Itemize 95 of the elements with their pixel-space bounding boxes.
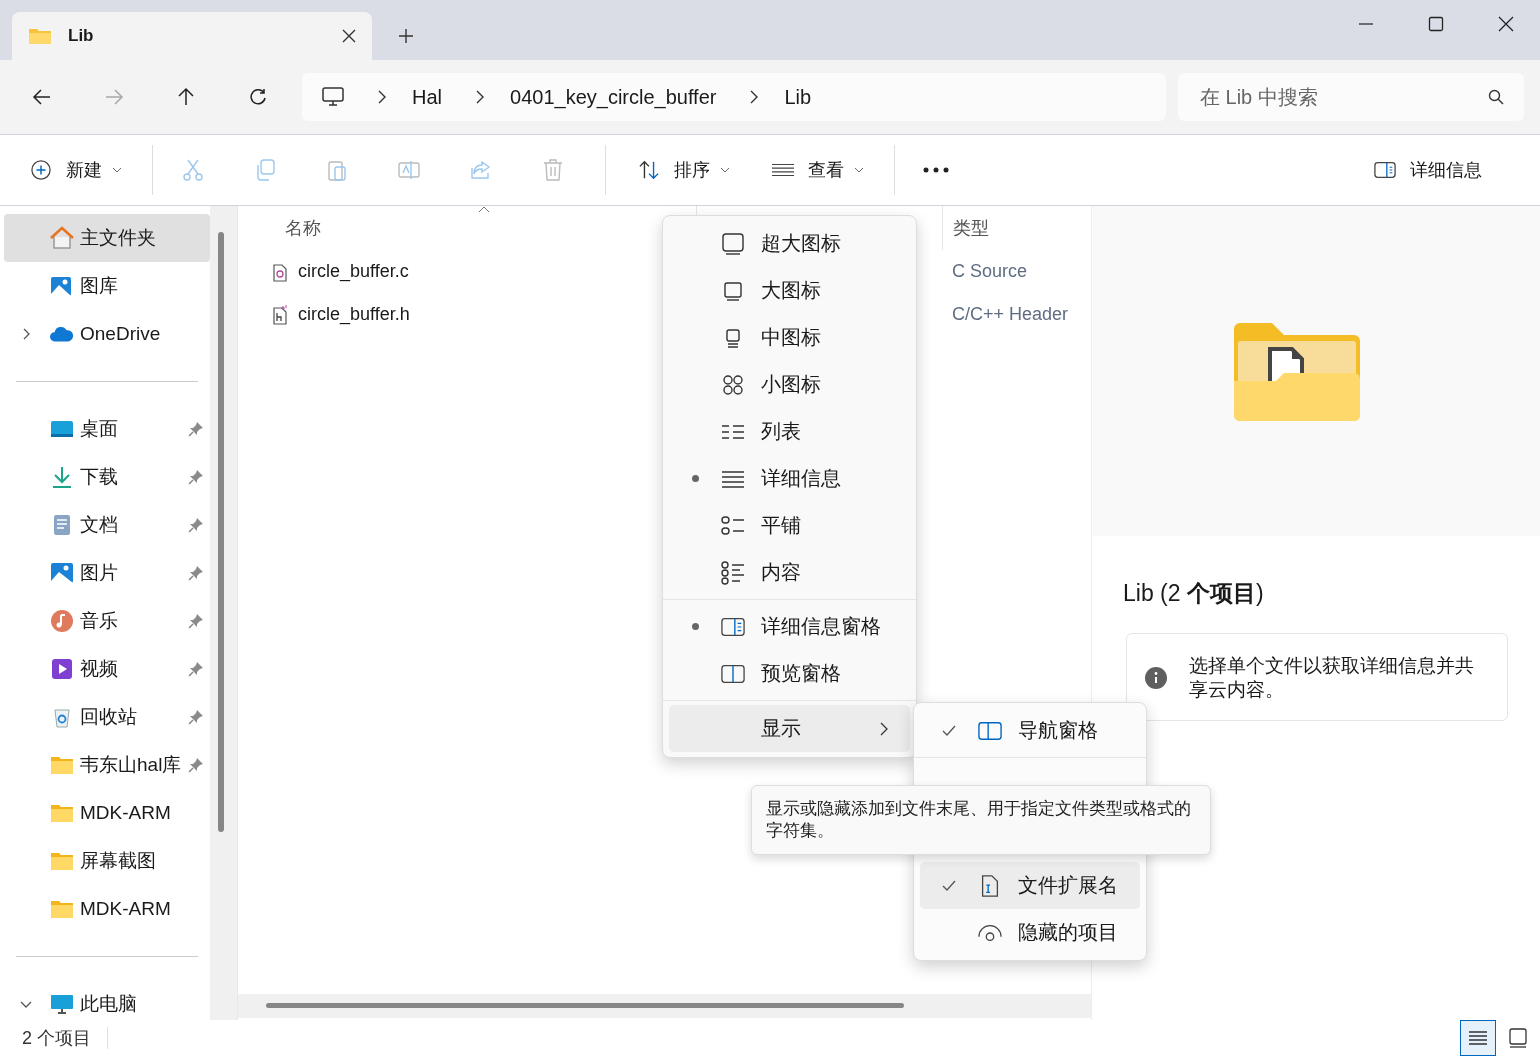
close-icon[interactable]: [342, 29, 356, 43]
view-button[interactable]: 查看: [768, 152, 868, 188]
picture-icon: [50, 561, 74, 585]
search-field[interactable]: 在 Lib 中搜索: [1178, 73, 1524, 121]
tiles-icon: [721, 513, 745, 538]
file-name[interactable]: circle_buffer.h: [298, 304, 410, 325]
home-icon: [50, 226, 74, 250]
chevron-icon[interactable]: [750, 90, 759, 104]
check-icon: [942, 725, 956, 736]
folder-icon: [28, 26, 52, 46]
breadcrumb-item[interactable]: Hal: [412, 85, 442, 109]
menu-item[interactable]: 显示: [669, 705, 910, 752]
scrollbar-thumb[interactable]: [266, 1003, 904, 1008]
chevron-icon[interactable]: [378, 90, 386, 104]
maximize-icon[interactable]: [1428, 16, 1444, 32]
sort-icon: [638, 160, 660, 180]
scrollbar-thumb[interactable]: [218, 232, 224, 832]
column-header[interactable]: 类型: [942, 206, 1090, 250]
sidebar-item[interactable]: 桌面: [4, 405, 210, 453]
picture-icon: [50, 274, 74, 298]
sidebar-item[interactable]: 音乐: [4, 597, 210, 645]
sidebar-item[interactable]: 下载: [4, 453, 210, 501]
sidebar-item[interactable]: 屏幕截图: [4, 837, 210, 885]
sidebar-item[interactable]: 视频: [4, 645, 210, 693]
info-text: 选择单个文件以获取详细信息并共享云内容。: [1189, 654, 1475, 702]
window-tab[interactable]: Lib: [12, 12, 372, 60]
menu-item[interactable]: 文件扩展名: [920, 862, 1140, 909]
search-icon[interactable]: [1488, 89, 1504, 105]
file-name[interactable]: circle_buffer.c: [298, 261, 409, 282]
pin-icon[interactable]: [188, 517, 204, 533]
address-bar[interactable]: Hal 0401_key_circle_buffer Lib: [302, 73, 1166, 121]
folder-icon: [1232, 321, 1360, 421]
sidebar-item[interactable]: 图片: [4, 549, 210, 597]
sidebar-item[interactable]: MDK-ARM: [4, 885, 210, 933]
menu-item[interactable]: 内容: [669, 549, 910, 596]
plus-icon: [30, 160, 52, 180]
music-icon: [50, 609, 74, 633]
pin-icon[interactable]: [188, 613, 204, 629]
chevron-icon: [880, 721, 888, 736]
details-button[interactable]: 详细信息: [1370, 152, 1486, 188]
download-icon: [50, 465, 74, 489]
menu-item[interactable]: 平铺: [669, 502, 910, 549]
sidebar-item[interactable]: 回收站: [4, 693, 210, 741]
menu-item[interactable]: 详细信息窗格: [669, 603, 910, 650]
menu-item[interactable]: 列表: [669, 408, 910, 455]
sidebar-item[interactable]: 主文件夹: [4, 214, 210, 262]
menu-item[interactable]: 大图标: [669, 267, 910, 314]
refresh-icon[interactable]: [248, 87, 268, 107]
menu-item[interactable]: 中图标: [669, 314, 910, 361]
menu-item[interactable]: 预览窗格: [669, 650, 910, 697]
new-button[interactable]: 新建: [26, 152, 126, 188]
sidebar-item[interactable]: 韦东山hal库: [4, 741, 210, 789]
monitor-icon: [721, 231, 745, 256]
sidebar-item[interactable]: 图库: [4, 262, 210, 310]
monitor-icon: [50, 992, 74, 1016]
more-icon[interactable]: [923, 167, 949, 173]
close-icon[interactable]: [1498, 16, 1514, 32]
tab-title: Lib: [68, 26, 95, 46]
sidebar-item[interactable]: 文档: [4, 501, 210, 549]
pin-icon[interactable]: [188, 565, 204, 581]
monitor-icon: [322, 87, 344, 107]
pane-icon: [1374, 160, 1396, 180]
file-type: C/C++ Header: [952, 304, 1069, 324]
tooltip: 显示或隐藏添加到文件末尾、用于指定文件类型或格式的字符集。: [751, 785, 1211, 856]
menu-item[interactable]: 导航窗格: [920, 707, 1140, 754]
breadcrumb-item[interactable]: Lib: [784, 85, 812, 109]
pin-icon[interactable]: [188, 661, 204, 677]
check-icon: [942, 880, 956, 891]
chevron-icon[interactable]: [476, 90, 484, 104]
caret-icon: [720, 167, 730, 173]
menu-item[interactable]: 详细信息: [669, 455, 910, 502]
sidebar-item[interactable]: OneDrive: [4, 310, 210, 358]
pin-icon[interactable]: [188, 469, 204, 485]
pin-icon[interactable]: [188, 709, 204, 725]
menu-item[interactable]: 隐藏的项目: [920, 909, 1140, 956]
sidebar-item[interactable]: MDK-ARM: [4, 789, 210, 837]
content-icon: [721, 560, 745, 585]
breadcrumb-item[interactable]: 0401_key_circle_buffer: [510, 85, 717, 109]
back-icon[interactable]: [32, 87, 52, 107]
sidebar-item[interactable]: 此电脑: [4, 980, 210, 1028]
pin-icon[interactable]: [188, 757, 204, 773]
menu-item[interactable]: 小图标: [669, 361, 910, 408]
file-type: C Source: [952, 261, 1028, 281]
caret-icon: [854, 167, 864, 173]
pin-icon[interactable]: [188, 421, 204, 437]
info-icon: [1145, 666, 1167, 689]
item-count: 2 个项目: [22, 1027, 91, 1050]
details-title: Lib (2 个项目): [1123, 579, 1265, 608]
grid-icon: [721, 372, 745, 397]
caret-icon: [112, 167, 122, 173]
video-icon: [50, 657, 74, 681]
plus-icon[interactable]: [398, 28, 414, 44]
up-icon[interactable]: [176, 87, 196, 107]
details-view-icon[interactable]: [1460, 1020, 1496, 1056]
sort-button[interactable]: 排序: [634, 152, 734, 188]
